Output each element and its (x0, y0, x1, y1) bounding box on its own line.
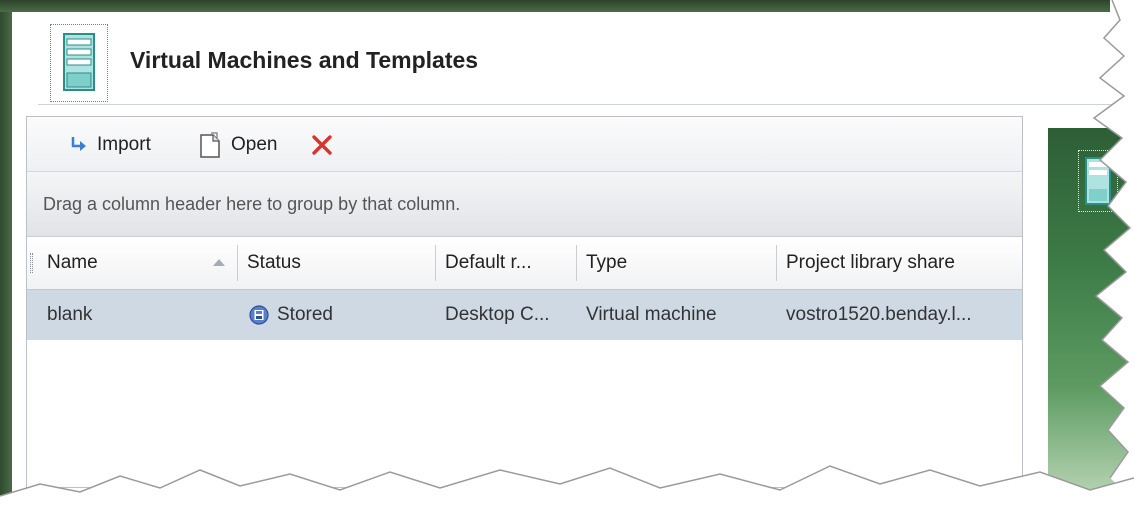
open-button[interactable]: Open (199, 132, 277, 158)
open-document-icon (200, 132, 220, 158)
table-row[interactable]: blank Stored Desktop C... Virtual machin… (27, 290, 1022, 340)
app-frame-left (0, 0, 12, 500)
cell-status: Stored (237, 290, 435, 340)
cell-default: Desktop C... (445, 304, 550, 325)
column-header-share[interactable]: Project library share (776, 237, 1016, 289)
vm-grid-panel: Import Open Drag a column header here to… (26, 116, 1023, 488)
dialog-header: Virtual Machines and Templates (12, 12, 1112, 104)
import-button[interactable]: Import (69, 132, 151, 158)
import-label: Import (97, 134, 151, 155)
import-arrow-icon (71, 137, 86, 151)
header-divider (38, 104, 1118, 105)
delete-x-icon (312, 135, 332, 155)
vm-server-icon (1078, 150, 1118, 212)
stored-status-icon (249, 305, 269, 325)
grid-toolbar: Import Open (27, 117, 1022, 172)
column-header-type[interactable]: Type (576, 237, 776, 289)
column-header-name[interactable]: Name (37, 237, 237, 289)
cell-type: Virtual machine (586, 304, 717, 325)
column-header-row: Name Status Default r... Type Project li… (27, 237, 1022, 290)
group-by-area[interactable]: Drag a column header here to group by th… (27, 172, 1022, 237)
column-grip-icon[interactable] (30, 253, 33, 273)
cell-name: blank (47, 304, 93, 325)
column-header-default[interactable]: Default r... (435, 237, 575, 289)
vm-server-icon (50, 24, 108, 102)
status-text: Stored (277, 304, 333, 325)
sort-ascending-icon (213, 259, 225, 266)
column-header-status[interactable]: Status (237, 237, 435, 289)
delete-button[interactable] (311, 132, 341, 158)
cell-share: vostro1520.benday.l... (786, 304, 972, 325)
page-title: Virtual Machines and Templates (130, 47, 479, 73)
open-label: Open (231, 134, 278, 155)
group-by-hint: Drag a column header here to group by th… (43, 194, 461, 214)
app-frame-top (0, 0, 1110, 12)
